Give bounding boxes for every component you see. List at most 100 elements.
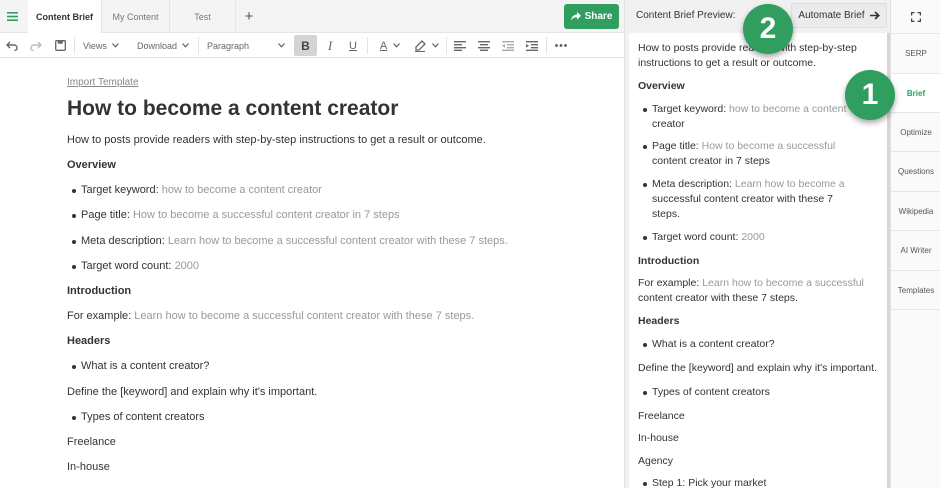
- preview-item-value: steps.: [652, 208, 681, 220]
- toolbar-divider: [367, 37, 368, 54]
- intro-paragraph: How to posts provide readers with step-b…: [67, 134, 486, 146]
- automate-brief-button[interactable]: Automate Brief: [791, 3, 887, 28]
- chevron-down-icon: [182, 43, 189, 48]
- nav-templates[interactable]: Templates: [891, 270, 940, 310]
- header-item: Types of content creators: [72, 411, 205, 423]
- toolbar-divider: [74, 37, 75, 54]
- highlighter-icon: [414, 39, 426, 52]
- preview-item-key: Page title:: [652, 140, 699, 152]
- preview-item-value: 2000: [741, 231, 765, 243]
- preview-list-item: Page title: How to become a successful: [643, 139, 862, 154]
- outdent-icon[interactable]: [498, 33, 518, 58]
- import-template-link[interactable]: Import Template: [67, 77, 139, 88]
- nav-optimize[interactable]: Optimize: [891, 112, 940, 152]
- example-value: Learn how to become a successful content…: [134, 310, 475, 322]
- preview-item-value: How to become a successful: [701, 140, 836, 152]
- list-item-value: Learn how to become a successful content…: [167, 235, 508, 247]
- preview-item-key: Meta description:: [652, 178, 732, 190]
- preview-subtype: Freelance: [638, 410, 685, 422]
- list-item-key: Page title:: [81, 209, 130, 221]
- highlight-button[interactable]: [410, 33, 442, 58]
- toolbar-divider: [446, 37, 447, 54]
- callout-badge-2: 2: [743, 4, 793, 54]
- preview-list-item: Target word count: 2000: [643, 230, 862, 245]
- list-item: Target word count: 2000: [71, 260, 200, 272]
- list-item-value: how to become a content creator: [161, 184, 322, 196]
- preview-subtype: In-house: [638, 432, 679, 444]
- align-left-icon[interactable]: [450, 33, 470, 58]
- indent-icon[interactable]: [522, 33, 542, 58]
- introduction-heading: Introduction: [67, 285, 132, 297]
- chevron-down-icon: [431, 43, 439, 48]
- list-item-value: 2000: [174, 260, 200, 272]
- redo-icon[interactable]: [26, 33, 46, 58]
- overview-heading: Overview: [67, 159, 116, 171]
- list-item: Meta description: Learn how to become a …: [72, 235, 508, 247]
- share-button[interactable]: Share: [564, 4, 619, 29]
- nav-wikipedia[interactable]: Wikipedia: [891, 191, 940, 231]
- preview-header-item: Types of content creators: [643, 385, 862, 400]
- preview-item-value: Learn how to become a: [734, 178, 845, 190]
- list-item: Page title: How to become a successful c…: [72, 209, 400, 221]
- more-options-icon[interactable]: [551, 33, 571, 58]
- list-item-key: Target keyword:: [81, 184, 159, 196]
- preview-item-value: content creator in 7 steps: [652, 155, 770, 167]
- nav-questions[interactable]: Questions: [891, 151, 940, 191]
- list-item-value: How to become a successful content creat…: [132, 209, 400, 221]
- automate-brief-label: Automate Brief: [798, 10, 865, 21]
- define-hint: Define the [keyword] and explain why it'…: [67, 386, 318, 398]
- save-icon[interactable]: [50, 33, 70, 58]
- bold-button[interactable]: B: [294, 35, 317, 56]
- preview-item-value: successful content creator with these 7: [652, 193, 833, 205]
- preview-list-item: Target keyword: how to become a content: [643, 102, 862, 117]
- views-dropdown[interactable]: Views: [83, 33, 125, 58]
- preview-example-key: For example:: [638, 277, 700, 289]
- tab-test[interactable]: Test: [170, 0, 236, 33]
- preview-item-key: Target word count:: [652, 231, 739, 243]
- formatting-toolbar: Views Download Paragraph B I U A: [0, 33, 624, 58]
- preview-header-item: What is a content creator?: [643, 337, 862, 352]
- preview-example-value: Learn how to become a successful: [702, 277, 864, 289]
- menu-icon[interactable]: [0, 0, 24, 33]
- share-label: Share: [584, 11, 613, 22]
- subtype-inhouse: In-house: [67, 461, 110, 473]
- preview-header-item: Step 1: Pick your market: [643, 476, 862, 488]
- nav-brief[interactable]: Brief: [891, 73, 940, 113]
- list-item: Target keyword: how to become a content …: [72, 184, 322, 196]
- nav-serp[interactable]: SERP: [891, 33, 940, 73]
- underline-button[interactable]: U: [343, 33, 363, 58]
- italic-button[interactable]: I: [320, 33, 340, 58]
- preview-example: For example: Learn how to become a succe…: [638, 276, 864, 291]
- fullscreen-icon[interactable]: [891, 0, 940, 33]
- toolbar-divider: [546, 37, 547, 54]
- preview-item-key: Target keyword:: [652, 103, 727, 115]
- list-item-key: Target word count:: [81, 260, 172, 272]
- document-title: How to become a content creator: [67, 97, 399, 120]
- example-paragraph: For example: Learn how to become a succe…: [67, 310, 474, 322]
- preview-headers-heading: Headers: [638, 315, 680, 327]
- preview-introduction-heading: Introduction: [638, 255, 700, 267]
- brief-preview-pane: Content Brief Preview: Automate Brief Ho…: [624, 0, 890, 488]
- preview-item-value: how to become a content: [729, 103, 847, 115]
- font-color-button[interactable]: A: [374, 33, 406, 58]
- tab-my-content[interactable]: My Content: [102, 0, 170, 33]
- add-tab-button[interactable]: +: [236, 0, 262, 33]
- font-color-label: A: [379, 39, 388, 52]
- callout-badge-1: 1: [845, 70, 895, 120]
- paragraph-style-dropdown[interactable]: Paragraph: [207, 33, 287, 58]
- download-dropdown[interactable]: Download: [137, 33, 195, 58]
- list-item-key: Meta description:: [81, 235, 165, 247]
- chevron-down-icon: [111, 43, 119, 48]
- align-center-icon[interactable]: [474, 33, 494, 58]
- headers-heading: Headers: [67, 335, 111, 347]
- header-item: What is a content creator?: [71, 360, 210, 372]
- share-arrow-icon: [570, 12, 581, 21]
- preview-overview-heading: Overview: [638, 80, 685, 92]
- nav-ai-writer[interactable]: AI Writer: [891, 230, 940, 270]
- download-label: Download: [137, 40, 178, 51]
- undo-icon[interactable]: [2, 33, 22, 58]
- views-label: Views: [83, 40, 107, 51]
- tab-content-brief[interactable]: Content Brief: [28, 0, 102, 34]
- arrow-right-icon: [869, 11, 880, 20]
- chevron-down-icon: [278, 43, 285, 48]
